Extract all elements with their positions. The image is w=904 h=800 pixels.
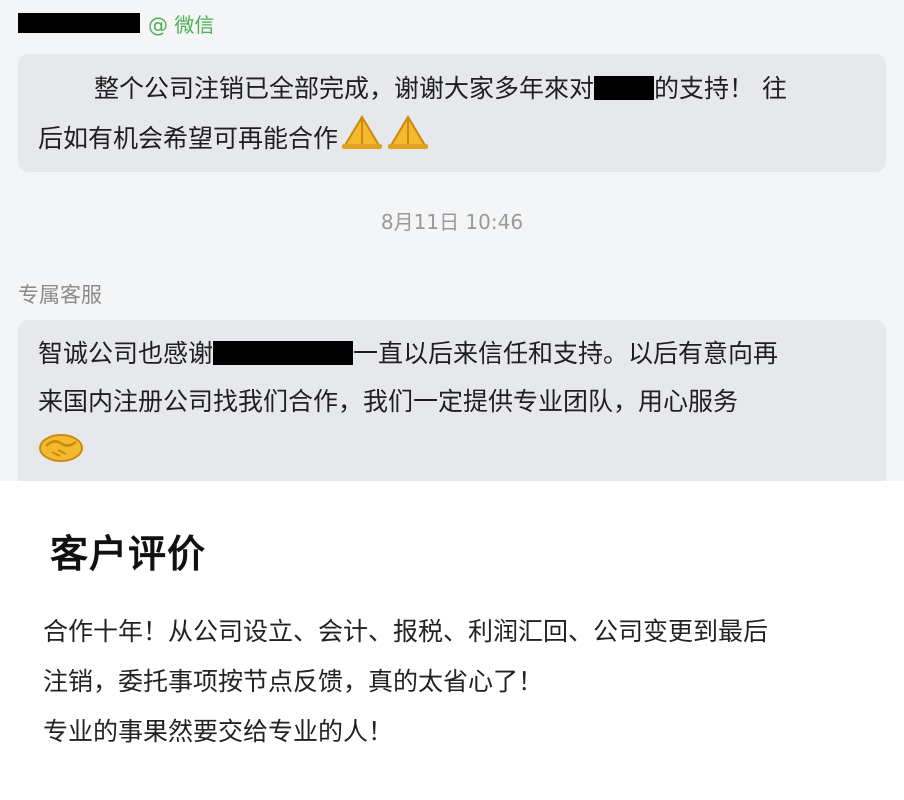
pray-hands-icon	[340, 113, 384, 167]
sender-row: @ 微信	[18, 8, 214, 38]
redacted-company-name	[594, 76, 655, 100]
review-line: 专业的事果然要交给专业的人！	[43, 717, 394, 746]
message-text: 一直以后来信任和支持。以后有意向再	[353, 339, 779, 368]
handshake-icon	[38, 426, 84, 481]
review-body: 合作十年！从公司设立、会计、报税、利润汇回、公司变更到最后 注销，委托事项按节点…	[43, 607, 873, 757]
message-text: 来国内注册公司找我们合作，我们一定提供专业团队，用心服务	[38, 387, 739, 416]
review-title: 客户评价	[50, 532, 207, 576]
redacted-sender-name	[18, 13, 140, 33]
message-timestamp: 8月11日 10:46	[380, 210, 524, 234]
pray-hands-icon	[386, 113, 430, 167]
message-text: 的支持！ 往	[654, 74, 787, 103]
message-text: 智诚公司也感谢	[38, 339, 214, 368]
customer-review-section: 客户评价 合作十年！从公司设立、会计、报税、利润汇回、公司变更到最后 注销，委托…	[0, 481, 904, 800]
review-line: 注销，委托事项按节点反馈，真的太省心了！	[43, 667, 544, 696]
message-text: 后如有机会希望可再能合作	[38, 124, 339, 153]
review-line: 合作十年！从公司设立、会计、报税、利润汇回、公司变更到最后	[43, 617, 769, 646]
agent-name-label: 专属客服	[18, 283, 102, 307]
message-bubble-agent[interactable]: 智诚公司也感谢 一直以后来信任和支持。以后有意向再 来国内注册公司找我们合作，我们…	[18, 320, 886, 481]
message-text: 整个公司注销已全部完成，谢谢大家多年來对	[94, 74, 595, 103]
redacted-customer-name	[213, 341, 354, 365]
sender-wechat-tag: @ 微信	[148, 12, 215, 37]
message-bubble-customer[interactable]: 整个公司注销已全部完成，谢谢大家多年來对 的支持！ 往 后如有机会希望可再能合作	[18, 54, 886, 172]
chat-screenshot: @ 微信 整个公司注销已全部完成，谢谢大家多年來对 的支持！ 往 后如有机会希望可…	[0, 0, 904, 481]
